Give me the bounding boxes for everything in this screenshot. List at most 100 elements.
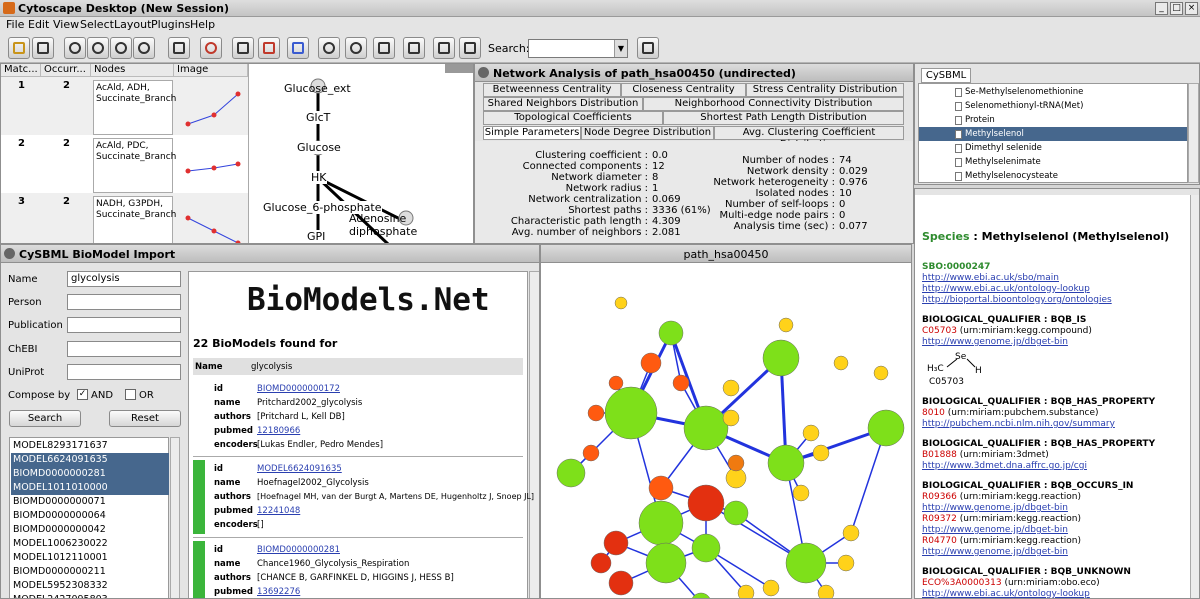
- network-node[interactable]: [837, 554, 855, 572]
- tree-item[interactable]: Methylselenol: [919, 127, 1187, 141]
- splitter[interactable]: [915, 189, 1199, 195]
- network-node[interactable]: [767, 444, 805, 482]
- network-node[interactable]: [556, 458, 586, 488]
- model-list-item[interactable]: MODEL1006230022: [11, 537, 169, 551]
- network-node[interactable]: [640, 352, 662, 374]
- network-node[interactable]: [691, 533, 721, 563]
- chebi-input[interactable]: [67, 341, 181, 357]
- tree-item[interactable]: Methylselenimate: [919, 155, 1187, 169]
- network-node[interactable]: [873, 365, 889, 381]
- network-node[interactable]: [590, 552, 612, 574]
- publication-input[interactable]: [67, 317, 181, 333]
- network-node[interactable]: [645, 542, 687, 584]
- network-node[interactable]: [802, 424, 820, 442]
- minimize-window-button[interactable]: _: [1155, 2, 1168, 15]
- model-list-item[interactable]: BIOMD0000000071: [11, 495, 169, 509]
- network-node[interactable]: [762, 339, 800, 377]
- ontology-link[interactable]: http://www.ebi.ac.uk/ontology-lookup: [922, 284, 1090, 294]
- network-node[interactable]: [582, 444, 600, 462]
- model-list-scrollbar[interactable]: [170, 437, 180, 598]
- reset-button[interactable]: Reset: [109, 410, 181, 427]
- search-dropdown-arrow-icon[interactable]: ▼: [614, 40, 627, 57]
- and-checkbox[interactable]: ✓: [77, 389, 88, 400]
- pubmed-link[interactable]: 12180966: [257, 426, 300, 436]
- zoom-out-button[interactable]: [64, 37, 86, 59]
- network-node[interactable]: [614, 296, 628, 310]
- network-node[interactable]: [762, 579, 780, 597]
- network-node[interactable]: [683, 405, 729, 451]
- 3dmet-link[interactable]: http://www.3dmet.dna.affrc.go.jp/cgi: [922, 461, 1087, 471]
- network-node[interactable]: [638, 500, 684, 546]
- checkmark-button[interactable]: [373, 37, 395, 59]
- model-list-item[interactable]: BIOMD0000000211: [11, 565, 169, 579]
- tree-item[interactable]: Selenomethionyl-tRNA(Met): [919, 99, 1187, 113]
- model-list-item[interactable]: MODEL5952308332: [11, 579, 169, 593]
- menu-help[interactable]: Help: [190, 18, 215, 31]
- fit-arrows-button[interactable]: [403, 37, 425, 59]
- person-input[interactable]: [67, 294, 181, 310]
- col-nodes[interactable]: Nodes: [91, 64, 174, 77]
- network-node[interactable]: [722, 379, 740, 397]
- menu-layout[interactable]: Layout: [114, 18, 151, 31]
- network-node[interactable]: [608, 375, 624, 391]
- network-node[interactable]: [737, 584, 755, 599]
- network-node[interactable]: [723, 500, 749, 526]
- network-node[interactable]: [785, 542, 827, 584]
- col-image[interactable]: Image: [174, 64, 248, 77]
- open-folder-button[interactable]: [8, 37, 30, 59]
- menu-select[interactable]: Select: [80, 18, 114, 31]
- tree-item[interactable]: Dimethyl selenide: [919, 141, 1187, 155]
- network-node[interactable]: [658, 320, 684, 346]
- model-list-item[interactable]: MODEL6624091635: [11, 453, 169, 467]
- model-list-item[interactable]: BIOMD0000000281: [11, 467, 169, 481]
- network-graph[interactable]: [541, 263, 911, 599]
- tree-scrollbar[interactable]: [1188, 83, 1199, 183]
- tab-shortest-path[interactable]: Shortest Path Length Distribution: [663, 111, 904, 125]
- close-window-button[interactable]: ×: [1185, 2, 1198, 15]
- bioportal-link[interactable]: http://bioportal.bioontology.org/ontolog…: [922, 295, 1112, 305]
- model-id-link[interactable]: BIOMD0000000281: [257, 545, 340, 555]
- zoom-selected-button[interactable]: [133, 37, 155, 59]
- edit-button[interactable]: [459, 37, 481, 59]
- model-list-item[interactable]: MODEL2427095803: [11, 593, 169, 598]
- tree-item[interactable]: Methylselenocysteate: [919, 169, 1187, 183]
- network-node[interactable]: [817, 584, 835, 599]
- col-match[interactable]: Matc...: [1, 64, 41, 77]
- kegg-reaction-link[interactable]: http://www.genome.jp/dbget-bin: [922, 525, 1068, 535]
- tab-topological[interactable]: Topological Coefficients: [483, 111, 663, 125]
- save-button[interactable]: [32, 37, 54, 59]
- zoom-in-button[interactable]: [87, 37, 109, 59]
- network-node[interactable]: [648, 475, 674, 501]
- vizmapper-button[interactable]: [345, 37, 367, 59]
- add-button[interactable]: [433, 37, 455, 59]
- results-scrollbar[interactable]: [529, 271, 539, 598]
- search-options-button[interactable]: [637, 37, 659, 59]
- network-node[interactable]: [608, 570, 634, 596]
- hide-edges-button[interactable]: [287, 37, 309, 59]
- model-id-link[interactable]: MODEL6624091635: [257, 464, 342, 474]
- tab-shared-neighbors[interactable]: Shared Neighbors Distribution: [483, 97, 643, 111]
- maximize-window-button[interactable]: □: [1170, 2, 1183, 15]
- search-input[interactable]: [528, 39, 628, 58]
- name-input[interactable]: glycolysis: [67, 271, 181, 287]
- model-list-item[interactable]: MODEL8293171637: [11, 439, 169, 453]
- network-node[interactable]: [672, 374, 690, 392]
- menu-view[interactable]: View: [53, 18, 79, 31]
- model-list-item[interactable]: MODEL1012110001: [11, 551, 169, 565]
- network-node[interactable]: [603, 530, 629, 556]
- col-occurrence[interactable]: Occurr...: [41, 64, 91, 77]
- network-node[interactable]: [867, 409, 905, 447]
- pubmed-link[interactable]: 13692276: [257, 587, 300, 597]
- menu-file[interactable]: File: [6, 18, 24, 31]
- tab-node-degree[interactable]: Node Degree Distribution: [581, 126, 714, 140]
- sbo-link[interactable]: http://www.ebi.ac.uk/sbo/main: [922, 273, 1059, 283]
- pubchem-link[interactable]: http://pubchem.ncbi.nlm.nih.gov/summary: [922, 419, 1115, 429]
- tab-betweenness[interactable]: Betweenness Centrality: [483, 83, 621, 97]
- layout-button[interactable]: [232, 37, 254, 59]
- network-node[interactable]: [687, 484, 725, 522]
- network-node[interactable]: [604, 386, 658, 440]
- network-node[interactable]: [727, 454, 745, 472]
- ontology-link[interactable]: http://www.ebi.ac.uk/ontology-lookup: [922, 589, 1090, 598]
- menu-edit[interactable]: Edit: [28, 18, 49, 31]
- kegg-reaction-link[interactable]: http://www.genome.jp/dbget-bin: [922, 503, 1068, 513]
